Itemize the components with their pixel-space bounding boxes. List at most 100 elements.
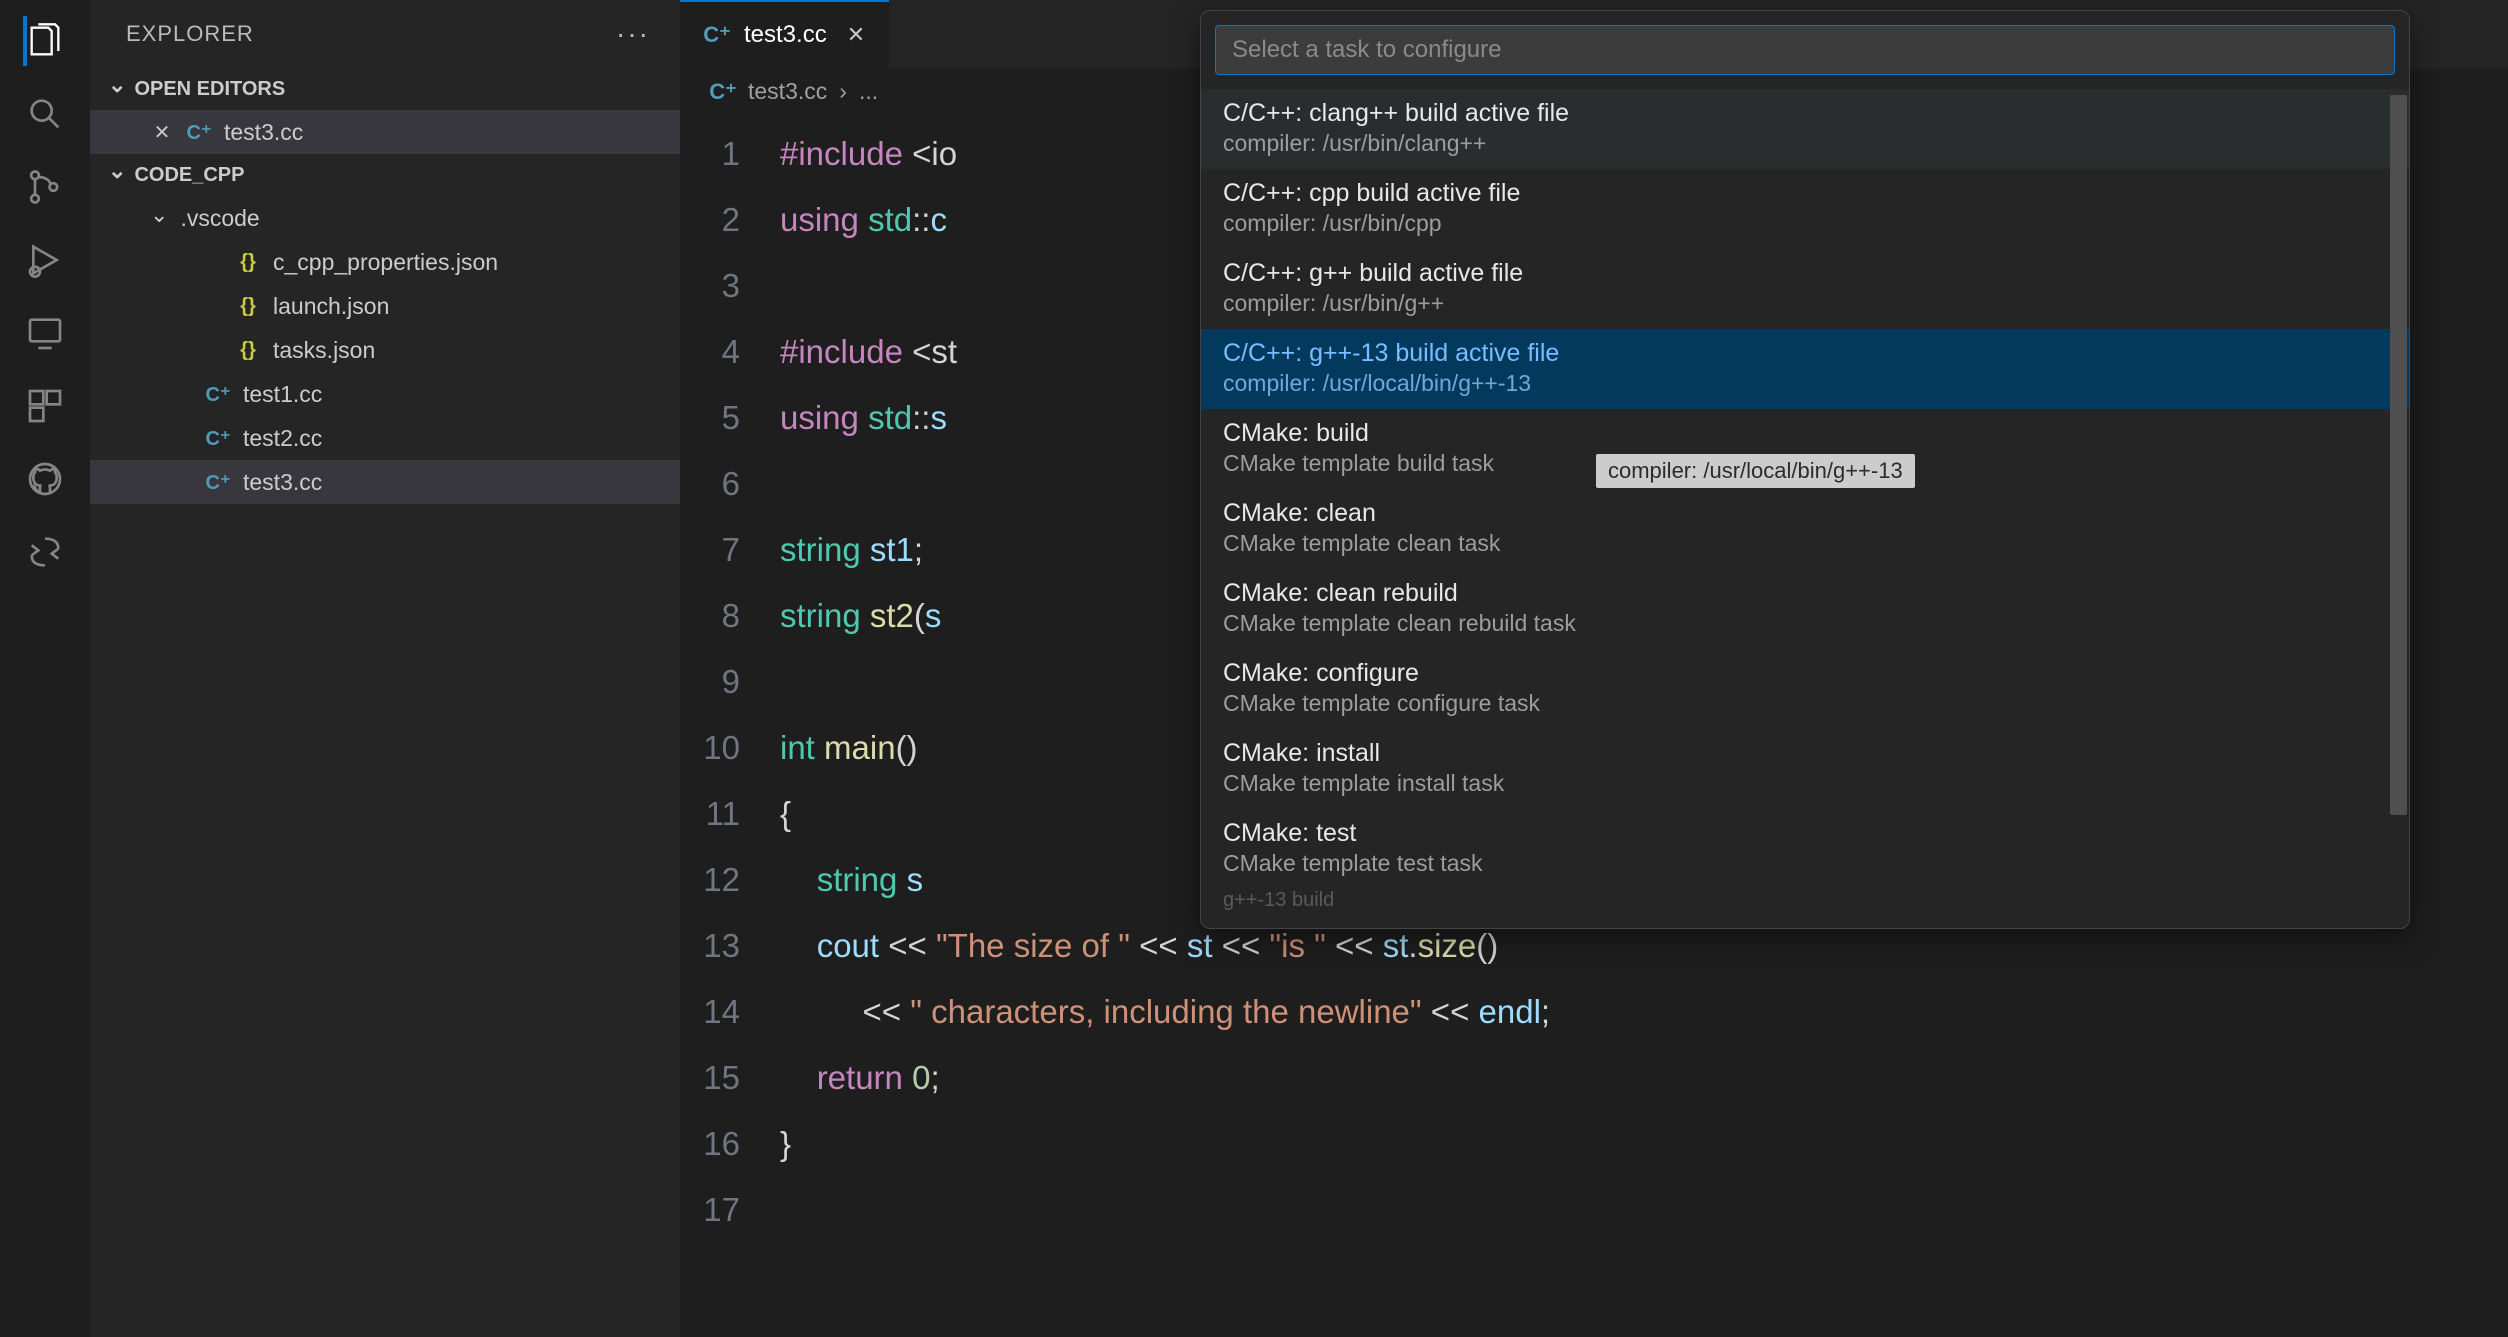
breadcrumb-sep: › [839, 78, 847, 105]
chevron-down-icon [108, 162, 126, 188]
cpp-file-icon: C⁺ [205, 469, 231, 495]
json-file-icon: {} [235, 293, 261, 319]
open-editors-section[interactable]: OPEN EDITORS [90, 68, 680, 110]
quickpick-item-title: CMake: install [1223, 739, 2387, 768]
file-name: test3.cc [224, 119, 303, 146]
quickpick-input[interactable] [1232, 36, 2378, 64]
file-item[interactable]: C⁺ test1.cc [90, 372, 680, 416]
sidebar-header: EXPLORER ··· [90, 0, 680, 68]
code-line[interactable]: using std::c [780, 187, 947, 253]
json-file-icon: {} [235, 337, 261, 363]
file-item[interactable]: C⁺test2.cc [90, 416, 680, 460]
line-number: 14 [680, 979, 780, 1045]
quickpick-item-desc: CMake template clean task [1223, 530, 2387, 557]
sidebar-more-icon[interactable]: ··· [616, 18, 650, 50]
folder-item[interactable]: .vscode [90, 196, 680, 240]
quickpick-item-desc: compiler: /usr/bin/cpp [1223, 210, 2387, 237]
section-label: OPEN EDITORS [134, 78, 285, 101]
quickpick-truncated: g++-13 build [1201, 889, 2409, 918]
file-name: test2.cc [243, 425, 322, 452]
close-icon[interactable]: ✕ [847, 22, 865, 48]
code-line[interactable]: int main() [780, 715, 918, 781]
quickpick-item[interactable]: C/C++: clang++ build active filecompiler… [1201, 89, 2409, 169]
code-line[interactable]: #include <st [780, 319, 957, 385]
quickpick-input-wrapper[interactable] [1215, 25, 2395, 75]
section-label: CODE_CPP [134, 164, 244, 187]
breadcrumb-rest: ... [859, 78, 878, 105]
line-number: 13 [680, 913, 780, 979]
quickpick-item-title: CMake: build [1223, 419, 2387, 448]
quickpick-item-desc: compiler: /usr/bin/g++ [1223, 290, 2387, 317]
quickpick-item[interactable]: CMake: clean rebuildCMake template clean… [1201, 569, 2409, 649]
code-line[interactable]: string st1; [780, 517, 923, 583]
explorer-icon[interactable] [23, 18, 68, 63]
code-line[interactable]: string st2(s [780, 583, 941, 649]
quickpick-item-title: C/C++: g++-13 build active file [1223, 339, 2387, 368]
github-icon[interactable] [23, 456, 68, 501]
tooltip: compiler: /usr/local/bin/g++-13 [1596, 454, 1915, 488]
quickpick-item[interactable]: CMake: installCMake template install tas… [1201, 729, 2409, 809]
json-file-icon: {} [235, 249, 261, 275]
code-line[interactable]: << " characters, including the newline" … [780, 979, 1550, 1045]
close-icon[interactable]: ✕ [150, 120, 174, 145]
quickpick-item[interactable]: CMake: configureCMake template configure… [1201, 649, 2409, 729]
file-item[interactable]: {}launch.json [90, 284, 680, 328]
quickpick-item-title: C/C++: clang++ build active file [1223, 99, 2387, 128]
remote-icon[interactable] [23, 310, 68, 355]
quickpick-item[interactable]: CMake: cleanCMake template clean task [1201, 489, 2409, 569]
quickpick-item[interactable]: C/C++: g++ build active filecompiler: /u… [1201, 249, 2409, 329]
tab-filename: test3.cc [744, 21, 827, 49]
line-number: 16 [680, 1111, 780, 1177]
quickpick-item-title: C/C++: cpp build active file [1223, 179, 2387, 208]
code-line[interactable]: { [780, 781, 791, 847]
file-tree: .vscode {} c_cpp_properties.json {}launch.j… [90, 196, 680, 504]
source-control-icon[interactable] [23, 164, 68, 209]
scrollbar-thumb[interactable] [2390, 95, 2407, 815]
extensions-icon[interactable] [23, 383, 68, 428]
cpp-file-icon: C⁺ [205, 381, 231, 407]
folder-section[interactable]: CODE_CPP [90, 154, 680, 196]
quickpick-item-desc: CMake template configure task [1223, 690, 2387, 717]
code-line[interactable]: } [780, 1111, 791, 1177]
share-icon[interactable] [23, 529, 68, 574]
quickpick-item[interactable]: CMake: testCMake template test task [1201, 809, 2409, 889]
explorer-sidebar: EXPLORER ··· OPEN EDITORS ✕ C⁺ test3.cc … [90, 0, 680, 1337]
line-number: 10 [680, 715, 780, 781]
line-number: 4 [680, 319, 780, 385]
file-item[interactable]: C⁺test3.cc [90, 460, 680, 504]
line-number: 7 [680, 517, 780, 583]
quickpick-item-title: CMake: clean rebuild [1223, 579, 2387, 608]
editor-tab[interactable]: C⁺ test3.cc ✕ [680, 0, 889, 68]
activity-bar [0, 0, 90, 1337]
file-item[interactable]: {} tasks.json [90, 328, 680, 372]
line-number: 5 [680, 385, 780, 451]
file-name: c_cpp_properties.json [273, 249, 498, 276]
line-number: 9 [680, 649, 780, 715]
file-item[interactable]: {} c_cpp_properties.json [90, 240, 680, 284]
quickpick-item-desc: compiler: /usr/local/bin/g++-13 [1223, 370, 2387, 397]
run-debug-icon[interactable] [23, 237, 68, 282]
code-line[interactable]: string s [780, 847, 923, 913]
quickpick-item-title: CMake: configure [1223, 659, 2387, 688]
quickpick-item[interactable]: C/C++: g++-13 build active filecompiler:… [1201, 329, 2409, 409]
cpp-file-icon: C⁺ [704, 22, 730, 48]
quickpick-item-desc: CMake template install task [1223, 770, 2387, 797]
line-number: 17 [680, 1177, 780, 1243]
line-number: 8 [680, 583, 780, 649]
file-name: test1.cc [243, 381, 322, 408]
line-number: 2 [680, 187, 780, 253]
sidebar-title: EXPLORER [126, 21, 254, 47]
code-line[interactable]: return 0; [780, 1045, 940, 1111]
breadcrumb-file: test3.cc [748, 78, 827, 105]
line-number: 6 [680, 451, 780, 517]
quickpick-item-desc: compiler: /usr/bin/clang++ [1223, 130, 2387, 157]
code-line[interactable]: using std::s [780, 385, 947, 451]
chevron-down-icon [150, 205, 168, 232]
open-editor-item[interactable]: ✕ C⁺ test3.cc [90, 110, 680, 154]
chevron-down-icon [108, 76, 126, 102]
search-icon[interactable] [23, 91, 68, 136]
file-name: tasks.json [273, 337, 375, 364]
code-line[interactable]: #include <io [780, 121, 957, 187]
line-number: 15 [680, 1045, 780, 1111]
quickpick-item[interactable]: C/C++: cpp build active filecompiler: /u… [1201, 169, 2409, 249]
